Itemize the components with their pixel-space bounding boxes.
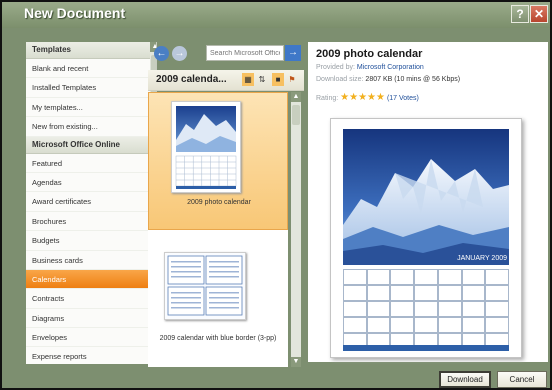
forward-arrow-icon[interactable]: →	[172, 46, 187, 61]
nav-item-blank-and-recent[interactable]: Blank and recent	[26, 59, 156, 79]
template-preview-pane: 2009 photo calendar Provided by: Microso…	[308, 42, 548, 362]
download-button[interactable]: Download	[439, 371, 491, 388]
cancel-button[interactable]: Cancel	[497, 371, 547, 388]
nav-item-brochures[interactable]: Brochures	[26, 212, 156, 232]
title-bar: New Document ? ✕	[2, 2, 550, 28]
search-go-button[interactable]: →	[285, 45, 301, 61]
section-header-templates: Templates	[26, 42, 156, 59]
star-icon[interactable]: ★	[376, 92, 385, 103]
nav-item-new-from-existing[interactable]: New from existing...	[26, 117, 156, 137]
star-icon[interactable]: ★	[349, 92, 358, 103]
help-button[interactable]: ?	[511, 5, 529, 23]
rating-line: Rating: ★★★★★ (17 Votes)	[316, 92, 419, 103]
provided-by-line: Provided by: Microsoft Corporation	[316, 64, 424, 71]
star-icon[interactable]: ★	[340, 92, 349, 103]
thumbnail-caption: 2009 photo calendar	[187, 199, 251, 206]
back-arrow-icon[interactable]: ←	[154, 46, 169, 61]
section-header-office-online: Microsoft Office Online	[26, 136, 156, 154]
nav-item-agendas[interactable]: Agendas	[26, 173, 156, 193]
details-view-icon[interactable]: ⚑	[286, 73, 298, 86]
search-input[interactable]	[206, 45, 284, 61]
dialog-title: New Document	[24, 5, 126, 21]
sort-icon[interactable]: ⇅	[256, 73, 268, 86]
blue-border-calendar-art	[167, 255, 243, 316]
provider-link[interactable]: Microsoft Corporation	[357, 64, 424, 71]
download-size-value: 2807 KB (10 mins @ 56 Kbps)	[365, 76, 461, 83]
nav-item-installed-templates[interactable]: Installed Templates	[26, 78, 156, 98]
template-thumbnail-list: 2009 photo calendar 2009 calendar with b…	[148, 92, 288, 367]
large-icons-view-icon[interactable]: ■	[272, 73, 284, 86]
calendar-footer-strip	[343, 345, 509, 351]
download-size-line: Download size: 2807 KB (10 mins @ 56 Kbp…	[316, 76, 460, 83]
votes-count: (17 Votes)	[386, 95, 419, 102]
nav-item-award-certificates[interactable]: Award certificates	[26, 192, 156, 212]
photo-calendar-thumbnail-image	[171, 101, 241, 193]
category-breadcrumb: 2009 calenda...	[156, 74, 227, 85]
thumbnail-caption: 2009 calendar with blue border (3-pp)	[159, 335, 277, 342]
calendar-preview-image: JANUARY 2009	[330, 118, 522, 358]
nav-item-expense-reports[interactable]: Expense reports	[26, 347, 156, 364]
download-size-label: Download size:	[316, 76, 364, 83]
rating-label: Rating:	[316, 95, 339, 102]
scroll-down-icon[interactable]: ▼	[291, 357, 301, 367]
glacier-photo: JANUARY 2009	[343, 129, 509, 265]
new-document-dialog: New Document ? ✕ Templates Blank and rec…	[0, 0, 552, 390]
preview-title: 2009 photo calendar	[316, 48, 423, 60]
template-list-header: 2009 calenda... ▦ ⇅ ■ ⚑	[148, 70, 304, 91]
template-thumbnail-photo-calendar[interactable]: 2009 photo calendar	[148, 92, 288, 230]
blue-border-calendar-thumbnail[interactable]	[164, 252, 246, 320]
scroll-up-icon[interactable]: ▲	[291, 92, 301, 102]
nav-item-my-templates[interactable]: My templates...	[26, 98, 156, 118]
nav-item-featured[interactable]: Featured	[26, 154, 156, 173]
nav-item-business-cards[interactable]: Business cards	[26, 251, 156, 270]
calendar-day-grid	[343, 269, 509, 349]
small-icons-view-icon[interactable]: ▦	[242, 73, 254, 86]
calendar-month-label: JANUARY 2009	[457, 255, 507, 262]
calendar-thumbnail-art	[175, 106, 237, 189]
star-icon[interactable]: ★	[358, 92, 367, 103]
close-button[interactable]: ✕	[530, 5, 548, 23]
nav-item-envelopes[interactable]: Envelopes	[26, 328, 156, 348]
template-categories-pane: Templates Blank and recent Installed Tem…	[26, 42, 157, 364]
nav-item-contracts[interactable]: Contracts	[26, 289, 156, 309]
nav-item-calendars[interactable]: Calendars	[26, 269, 156, 290]
scrollbar-thumb[interactable]	[292, 105, 300, 125]
star-icon[interactable]: ★	[367, 92, 376, 103]
provided-by-label: Provided by:	[316, 64, 355, 71]
nav-item-budgets[interactable]: Budgets	[26, 231, 156, 251]
thumbnail-scrollbar[interactable]: ▲ ▼	[291, 92, 301, 367]
nav-item-diagrams[interactable]: Diagrams	[26, 309, 156, 329]
